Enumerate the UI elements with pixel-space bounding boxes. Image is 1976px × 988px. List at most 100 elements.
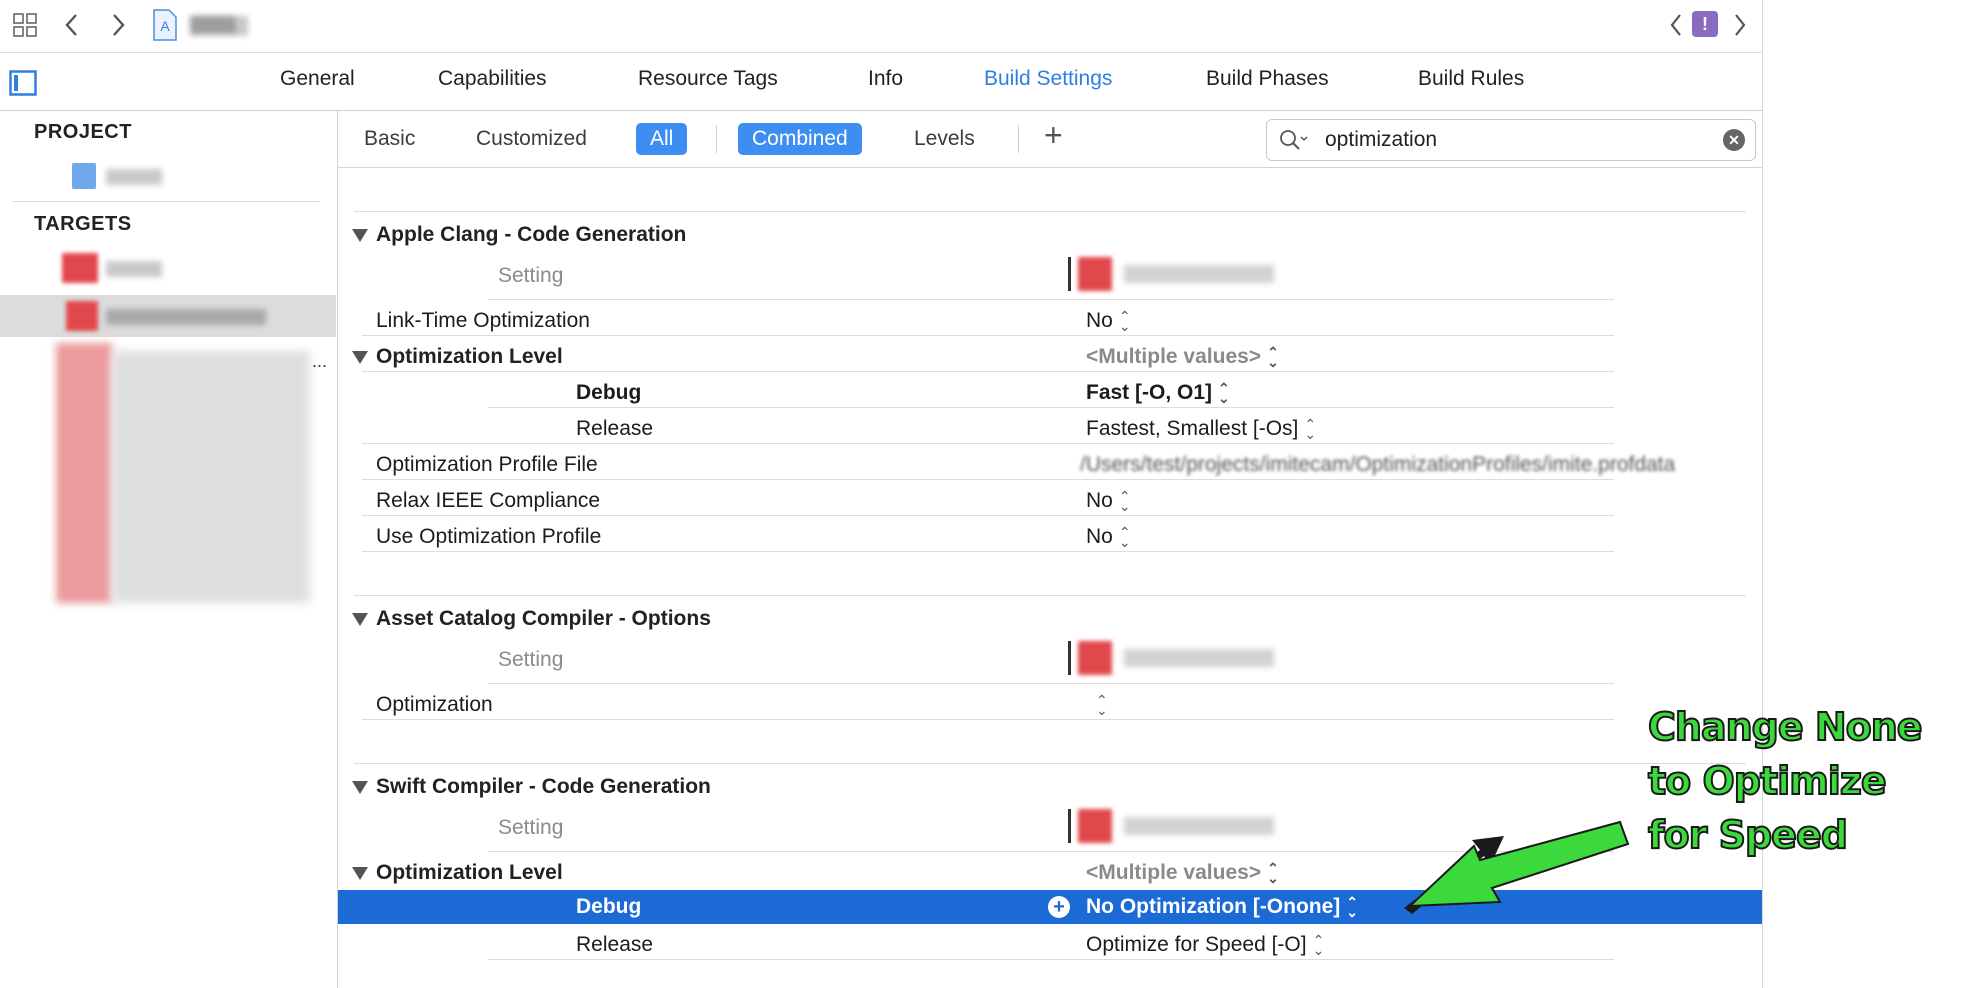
add-condition-icon[interactable]: +: [1048, 896, 1070, 918]
stepper-icon[interactable]: ⌃ ⌄: [1267, 345, 1279, 369]
value-text: Fastest, Smallest [-Os]: [1086, 417, 1299, 440]
project-name-blur[interactable]: [106, 169, 162, 185]
setting-value[interactable]: /Users/test/projects/imitecam/Optimizati…: [1080, 453, 1750, 477]
disclosure-triangle-icon[interactable]: [352, 780, 368, 794]
annotation-line: to Optimize: [1647, 758, 1888, 804]
search-input[interactable]: optimization: [1325, 128, 1437, 152]
section-title: Asset Catalog Compiler - Options: [376, 607, 711, 630]
stepper-icon[interactable]: ⌃ ⌄: [1119, 489, 1131, 513]
sidebar-toggle-icon[interactable]: [8, 69, 38, 97]
tab-build-rules[interactable]: Build Rules: [1418, 67, 1524, 91]
value-text: No Optimization [-Onone]: [1086, 895, 1341, 918]
setting-group-header[interactable]: Optimization Level: [352, 345, 1776, 369]
disclosure-triangle-icon[interactable]: [352, 350, 368, 364]
value-text: No: [1086, 309, 1113, 332]
project-target-sidebar: PROJECT TARGETS ...: [0, 111, 338, 988]
stepper-icon[interactable]: ⌃ ⌄: [1304, 417, 1316, 441]
add-setting-button[interactable]: +: [1044, 117, 1063, 154]
section-header[interactable]: Swift Compiler - Code Generation: [352, 775, 1776, 799]
disclosure-triangle-icon[interactable]: [352, 612, 368, 626]
editor-tab-bar: General Capabilities Resource Tags Info …: [0, 53, 1762, 111]
row-divider: [362, 551, 1614, 552]
issue-back-icon[interactable]: [1664, 10, 1688, 40]
annotation-line: Change None: [1647, 704, 1924, 750]
search-field[interactable]: optimization ✕: [1266, 119, 1756, 161]
value-text: <Multiple values>: [1086, 345, 1262, 368]
tab-build-phases[interactable]: Build Phases: [1206, 67, 1329, 91]
search-icon: [1277, 128, 1311, 152]
back-chevron-icon[interactable]: [58, 10, 86, 40]
target-icon: [1078, 641, 1112, 675]
svg-text:A: A: [160, 18, 170, 34]
section-title: Swift Compiler - Code Generation: [376, 775, 711, 798]
target-name-blur: [1124, 817, 1274, 835]
section-title: Apple Clang - Code Generation: [376, 223, 687, 246]
section-header[interactable]: Apple Clang - Code Generation: [352, 223, 1776, 247]
setting-value[interactable]: Optimize for Speed [-O] ⌃ ⌄: [1086, 933, 1324, 957]
setting-value[interactable]: <Multiple values> ⌃ ⌄: [1086, 345, 1279, 369]
tab-capabilities[interactable]: Capabilities: [438, 67, 547, 91]
row-divider: [362, 719, 1614, 720]
disclosure-triangle-icon[interactable]: [352, 866, 368, 880]
filter-basic-button[interactable]: Basic: [350, 123, 429, 155]
setting-value[interactable]: Fastest, Smallest [-Os] ⌃ ⌄: [1086, 417, 1316, 441]
target-icon: [62, 253, 98, 283]
grid-icon[interactable]: [10, 10, 40, 40]
section-header[interactable]: Asset Catalog Compiler - Options: [352, 607, 1776, 631]
filter-customized-button[interactable]: Customized: [462, 123, 601, 155]
filter-levels-button[interactable]: Levels: [900, 123, 989, 155]
stepper-icon[interactable]: ⌃ ⌄: [1267, 861, 1279, 885]
project-header: PROJECT: [34, 121, 132, 143]
app-project-icon[interactable]: A: [150, 8, 180, 42]
row-divider: [362, 443, 1614, 444]
row-divider: [488, 407, 1614, 408]
value-text: Fast [-O, O1]: [1086, 381, 1213, 404]
stepper-icon[interactable]: ⌃ ⌄: [1119, 525, 1131, 549]
issue-forward-icon[interactable]: [1728, 10, 1752, 40]
row-divider: [362, 515, 1614, 516]
filter-all-button[interactable]: All: [636, 123, 688, 155]
warning-badge-icon[interactable]: !: [1692, 11, 1718, 37]
target-name-blur: [1124, 265, 1274, 283]
tab-general[interactable]: General: [280, 67, 355, 91]
project-name-blur: ▒▒▒▒: [190, 16, 248, 36]
clear-icon[interactable]: ✕: [1723, 129, 1745, 151]
row-divider: [362, 479, 1614, 480]
setting-value[interactable]: <Multiple values> ⌃ ⌄: [1086, 861, 1279, 885]
setting-value[interactable]: No ⌃ ⌄: [1086, 525, 1131, 549]
target-name-blur[interactable]: [106, 261, 162, 277]
filter-bar: Basic Customized All Combined Levels + o…: [338, 111, 1762, 168]
section-divider: [354, 763, 1746, 764]
filter-combined-button[interactable]: Combined: [738, 123, 862, 155]
target-name-blur: [106, 309, 266, 325]
tab-info[interactable]: Info: [868, 67, 903, 91]
stepper-icon[interactable]: ⌃ ⌄: [1313, 933, 1325, 957]
row-divider: [362, 335, 1614, 336]
config-name-debug: Debug: [576, 895, 642, 918]
disclosure-triangle-icon[interactable]: [352, 228, 368, 242]
tab-build-settings[interactable]: Build Settings: [984, 67, 1112, 91]
tab-resource-tags[interactable]: Resource Tags: [638, 67, 778, 91]
setting-value[interactable]: No ⌃ ⌄: [1086, 309, 1131, 333]
stepper-icon[interactable]: ⌃ ⌄: [1096, 693, 1108, 717]
config-name-debug: Debug: [576, 381, 642, 404]
stepper-icon[interactable]: ⌃ ⌄: [1218, 381, 1230, 405]
value-text: <Multiple values>: [1086, 861, 1262, 884]
setting-value[interactable]: No Optimization [-Onone] ⌃ ⌄: [1086, 895, 1358, 919]
stepper-icon[interactable]: ⌃ ⌄: [1119, 309, 1131, 333]
divider: [1018, 125, 1019, 153]
truncation-ellipsis: ...: [312, 351, 328, 371]
forward-chevron-icon[interactable]: [104, 10, 132, 40]
target-icon: [1078, 809, 1112, 843]
setting-value[interactable]: ⌃ ⌄: [1090, 693, 1108, 717]
column-separator: [1068, 257, 1071, 291]
setting-value[interactable]: Fast [-O, O1] ⌃ ⌄: [1086, 381, 1230, 405]
stepper-icon[interactable]: ⌃ ⌄: [1346, 895, 1358, 919]
setting-name: Optimization Level: [376, 861, 563, 884]
target-icon: [66, 301, 98, 331]
value-text: No: [1086, 489, 1113, 512]
section-divider: [354, 595, 1746, 596]
setting-value[interactable]: No ⌃ ⌄: [1086, 489, 1131, 513]
navigation-toolbar: A ▒▒▒▒ !: [0, 0, 1762, 53]
annotation-callout: Change None to Optimize for Speed: [1647, 700, 1924, 862]
